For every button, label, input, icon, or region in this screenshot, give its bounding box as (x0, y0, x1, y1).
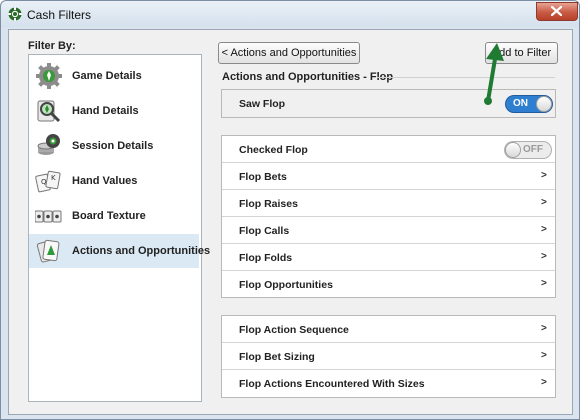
flop-bet-sizing-row[interactable]: Flop Bet Sizing > (222, 343, 555, 370)
toggle-state-label: OFF (523, 144, 543, 155)
toggle-knob (536, 96, 552, 112)
green-card-icon (36, 239, 60, 263)
sidebar-item-hand-values[interactable]: Q K Hand Values (29, 164, 199, 198)
chevron-right-icon: > (541, 377, 547, 388)
hand-search-icon (37, 100, 61, 123)
sidebar-item-label: Session Details (72, 140, 154, 152)
sidebar-item-game-details[interactable]: Game Details (29, 59, 199, 93)
sidebar-item-label: Actions and Opportunities (72, 245, 211, 257)
back-to-actions-button[interactable]: < Actions and Opportunities (218, 42, 360, 64)
flop-action-sequence-row[interactable]: Flop Action Sequence > (222, 316, 555, 343)
chevron-right-icon: > (541, 224, 547, 235)
flop-calls-row[interactable]: Flop Calls > (222, 217, 555, 244)
flop-sizing-group: Flop Action Sequence > Flop Bet Sizing >… (221, 315, 556, 398)
close-button[interactable] (536, 2, 578, 21)
chevron-right-icon: > (541, 278, 547, 289)
board-cards-icon (35, 210, 62, 223)
close-icon (551, 6, 562, 16)
row-label: Flop Calls (239, 225, 290, 237)
svg-text:K: K (51, 174, 56, 182)
section-divider (377, 77, 555, 78)
row-label: Flop Bet Sizing (239, 351, 315, 363)
filter-by-heading: Filter By: (28, 40, 76, 52)
chevron-right-icon: > (541, 251, 547, 262)
toggle-state-label: ON (513, 98, 528, 109)
row-label: Flop Folds (239, 252, 293, 264)
checked-flop-row: Checked Flop OFF (222, 136, 555, 163)
window-title: Cash Filters (27, 8, 92, 22)
sidebar-item-board-texture[interactable]: Board Texture (29, 199, 199, 233)
row-label: Flop Opportunities (239, 279, 333, 291)
sidebar-item-label: Game Details (72, 70, 142, 82)
row-label: Flop Actions Encountered With Sizes (239, 378, 425, 390)
section-title: Actions and Opportunities - Flop (222, 71, 394, 83)
filter-category-list: Game Details Hand Details Session Detail… (28, 54, 210, 402)
row-label: Flop Action Sequence (239, 324, 349, 336)
sidebar-item-hand-details[interactable]: Hand Details (29, 94, 199, 128)
flop-raises-row[interactable]: Flop Raises > (222, 190, 555, 217)
playing-cards-icon: Q K (35, 170, 61, 193)
row-label: Checked Flop (239, 144, 308, 156)
flop-actions-group: Checked Flop OFF Flop Bets > Flop Raises… (221, 135, 556, 298)
flop-opportunities-row[interactable]: Flop Opportunities > (222, 271, 555, 297)
sidebar-item-session-details[interactable]: Session Details (29, 129, 199, 163)
app-poker-chip-icon (8, 7, 22, 21)
flop-actions-encountered-row[interactable]: Flop Actions Encountered With Sizes > (222, 370, 555, 396)
sidebar-item-label: Hand Values (72, 175, 138, 187)
title-bar[interactable]: Cash Filters (1, 1, 579, 27)
sidebar-item-label: Hand Details (72, 105, 139, 117)
checked-flop-toggle[interactable]: OFF (504, 141, 552, 159)
chevron-right-icon: > (541, 170, 547, 181)
saw-flop-label: Saw Flop (239, 98, 286, 110)
svg-text:Q: Q (41, 178, 47, 186)
sidebar-item-label: Board Texture (72, 210, 146, 222)
chevron-right-icon: > (541, 197, 547, 208)
row-label: Flop Bets (239, 171, 287, 183)
poker-chips-icon (37, 134, 60, 155)
flop-bets-row[interactable]: Flop Bets > (222, 163, 555, 190)
chevron-right-icon: > (541, 323, 547, 334)
sidebar-item-actions-opportunities[interactable]: Actions and Opportunities (29, 234, 210, 268)
gear-icon (36, 63, 62, 89)
chevron-right-icon: > (541, 350, 547, 361)
cash-filters-window: Cash Filters Filter By: Game Details Han… (0, 0, 580, 420)
row-label: Flop Raises (239, 198, 298, 210)
green-arrow-annotation (484, 43, 504, 105)
toggle-knob (505, 142, 521, 158)
saw-flop-toggle[interactable]: ON (505, 95, 553, 113)
flop-folds-row[interactable]: Flop Folds > (222, 244, 555, 271)
